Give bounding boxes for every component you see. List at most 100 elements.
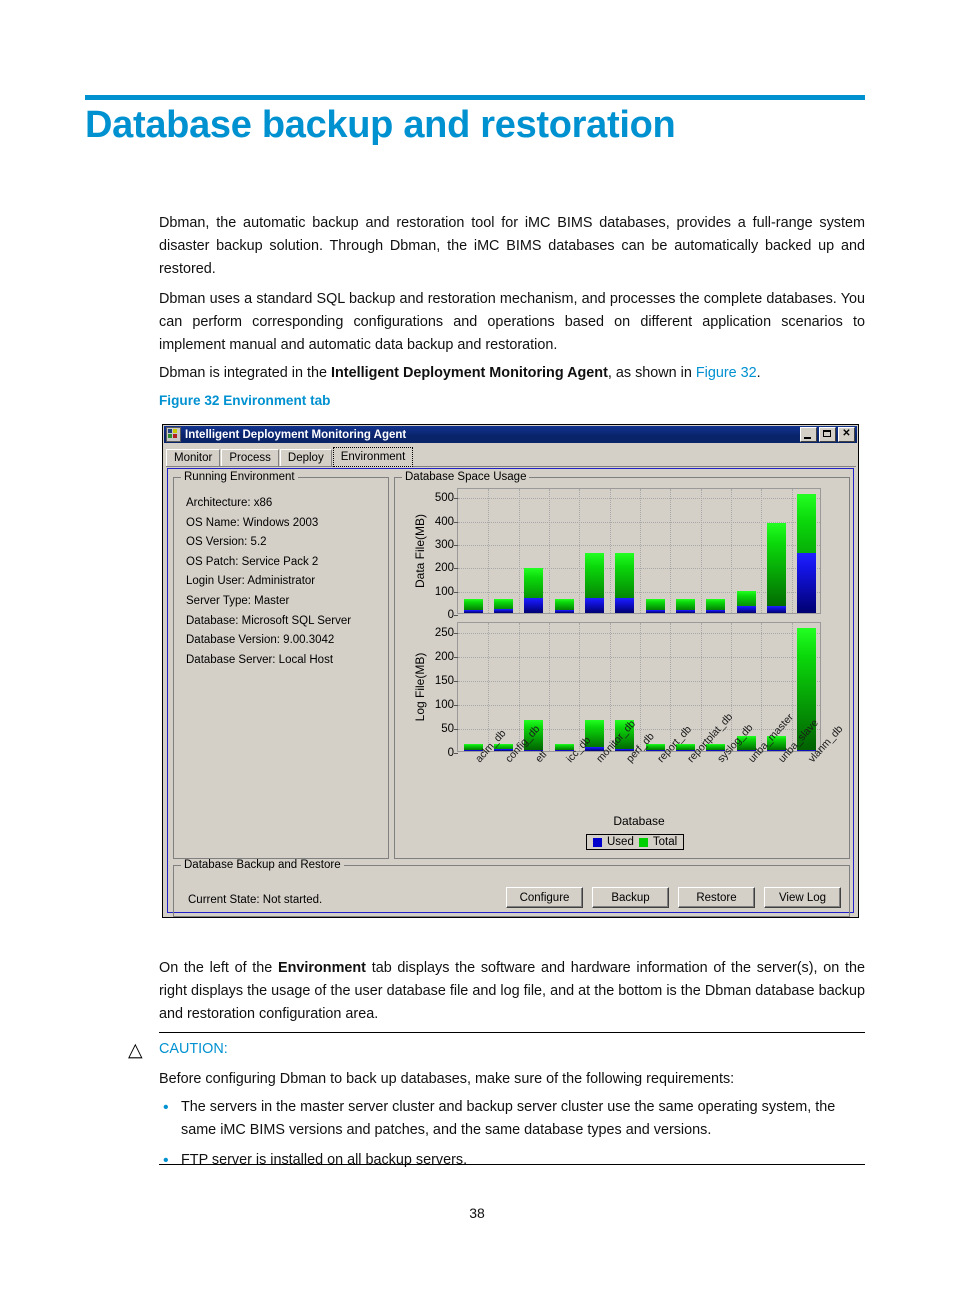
y-tick-label: 400 — [434, 515, 454, 528]
bar-used — [706, 610, 726, 613]
bar-used — [767, 606, 786, 613]
tab-deploy[interactable]: Deploy — [279, 449, 332, 466]
intro-paragraph-1: Dbman, the automatic backup and restorat… — [159, 215, 865, 277]
minimize-icon[interactable] — [800, 427, 817, 442]
gridline-vertical — [670, 623, 672, 751]
env-item-server-type: Server Type: Master — [186, 594, 290, 607]
running-environment-title: Running Environment — [181, 471, 298, 483]
gridline-vertical — [791, 623, 793, 751]
database-backup-restore-title: Database Backup and Restore — [181, 859, 344, 871]
bar-total — [797, 493, 817, 613]
gridline-vertical — [731, 489, 732, 613]
bar-used — [615, 598, 635, 613]
caution-bullet-list: The servers in the master server cluster… — [159, 1095, 865, 1178]
figure-32-link[interactable]: Figure 32 — [696, 365, 757, 381]
bar-used — [645, 610, 665, 613]
backup-restore-buttons: Configure Backup Restore View Log — [506, 887, 841, 908]
env-item-os-patch: OS Patch: Service Pack 2 — [186, 555, 319, 568]
y-tick-mark — [454, 704, 458, 706]
bar-total — [463, 598, 483, 613]
tab-bar: Monitor Process Deploy Environment — [166, 446, 856, 467]
tab-monitor[interactable]: Monitor — [166, 449, 221, 466]
y-tick-label: 100 — [434, 585, 454, 598]
gridline-vertical — [731, 623, 732, 751]
configure-button[interactable]: Configure — [506, 887, 583, 908]
bar-total — [615, 553, 635, 613]
bar-used — [554, 609, 574, 613]
bar-used — [524, 598, 544, 613]
gridline-vertical — [488, 489, 490, 613]
gridline-horizontal — [458, 728, 820, 730]
y-tick-label: 150 — [434, 674, 454, 687]
gridline-vertical — [609, 623, 611, 751]
bar-total — [706, 598, 726, 613]
gridline-vertical — [518, 489, 520, 613]
legend-label-used: Used — [607, 836, 634, 848]
heading-rule — [85, 95, 865, 100]
tab-content-environment: Running Environment Architecture: x86 OS… — [167, 468, 854, 917]
y-tick-mark — [454, 615, 458, 616]
backup-button[interactable]: Backup — [592, 887, 669, 908]
y-tick-label: 100 — [434, 698, 454, 711]
list-item: The servers in the master server cluster… — [159, 1095, 865, 1142]
bar-total — [494, 598, 513, 613]
y-tick-label: 300 — [434, 539, 454, 551]
bar-total — [676, 598, 695, 613]
view-log-button[interactable]: View Log — [764, 887, 841, 908]
restore-button[interactable]: Restore — [678, 887, 755, 908]
y-tick-label: 500 — [434, 492, 454, 505]
env-item-login-user: Login User: Administrator — [186, 575, 316, 588]
bar-total — [767, 523, 786, 613]
gridline-vertical — [549, 623, 550, 751]
legend-swatch-total — [638, 837, 648, 847]
figure-caption: Figure 32 Environment tab — [159, 393, 331, 408]
tab-process[interactable]: Process — [221, 449, 279, 466]
y-tick-label: 200 — [434, 562, 454, 575]
y-tick-label: 200 — [434, 650, 454, 663]
y-tick-mark — [454, 680, 458, 682]
y-tick-mark — [454, 498, 458, 500]
env-item-os-version: OS Version: 5.2 — [186, 536, 267, 549]
bar-total — [585, 553, 604, 613]
close-icon[interactable]: ✕ — [838, 427, 855, 442]
gridline-horizontal — [458, 704, 820, 706]
maximize-icon[interactable] — [819, 427, 836, 442]
gridline-vertical — [761, 489, 763, 613]
y-tick-mark — [454, 632, 458, 634]
tab-environment[interactable]: Environment — [332, 447, 414, 467]
database-backup-restore-group: Database Backup and Restore Current Stat… — [173, 859, 850, 917]
bar-used — [676, 610, 695, 613]
gridline-vertical — [640, 623, 641, 751]
y-tick-label: 0 — [447, 747, 454, 759]
gridline-vertical — [670, 489, 672, 613]
y-tick-label: 0 — [447, 609, 454, 621]
x-axis-labels: aclm_db config_db etl icc_db monitor_db perf_… — [457, 711, 846, 811]
gridline-vertical — [579, 623, 581, 751]
p4-pre: On the left of the — [159, 960, 279, 976]
page-title: Database backup and restoration — [85, 104, 676, 146]
caution-triangle-icon: △ — [128, 1040, 143, 1061]
window-controls: ✕ — [800, 427, 855, 442]
p4-bold: Environment — [278, 960, 366, 976]
caution-divider-top — [159, 1032, 865, 1033]
intro-paragraph-2: Dbman uses a standard SQL backup and res… — [159, 291, 865, 353]
bar-used — [585, 598, 604, 613]
p3-pre: Dbman is integrated in the — [159, 365, 331, 381]
gridline-vertical — [791, 489, 793, 613]
running-environment-group: Running Environment Architecture: x86 OS… — [173, 471, 389, 859]
p3-bold: Intelligent Deployment Monitoring Agent — [331, 365, 608, 381]
window-titlebar: Intelligent Deployment Monitoring Agent … — [164, 426, 857, 443]
y-tick-mark — [454, 656, 458, 658]
env-item-database: Database: Microsoft SQL Server — [186, 614, 352, 627]
y-tick-mark — [454, 568, 458, 570]
y-tick-mark — [454, 545, 458, 546]
env-item-database-version: Database Version: 9.00.3042 — [186, 634, 335, 647]
env-item-database-server: Database Server: Local Host — [186, 653, 334, 666]
gridline-vertical — [518, 623, 520, 751]
y-tick-label: 250 — [434, 626, 454, 639]
chart-legend: Used Total — [586, 834, 685, 850]
page-number: 38 — [469, 1205, 485, 1221]
bar-total — [645, 598, 665, 613]
legend-label-total: Total — [652, 836, 678, 848]
close-glyph: ✕ — [842, 428, 851, 439]
